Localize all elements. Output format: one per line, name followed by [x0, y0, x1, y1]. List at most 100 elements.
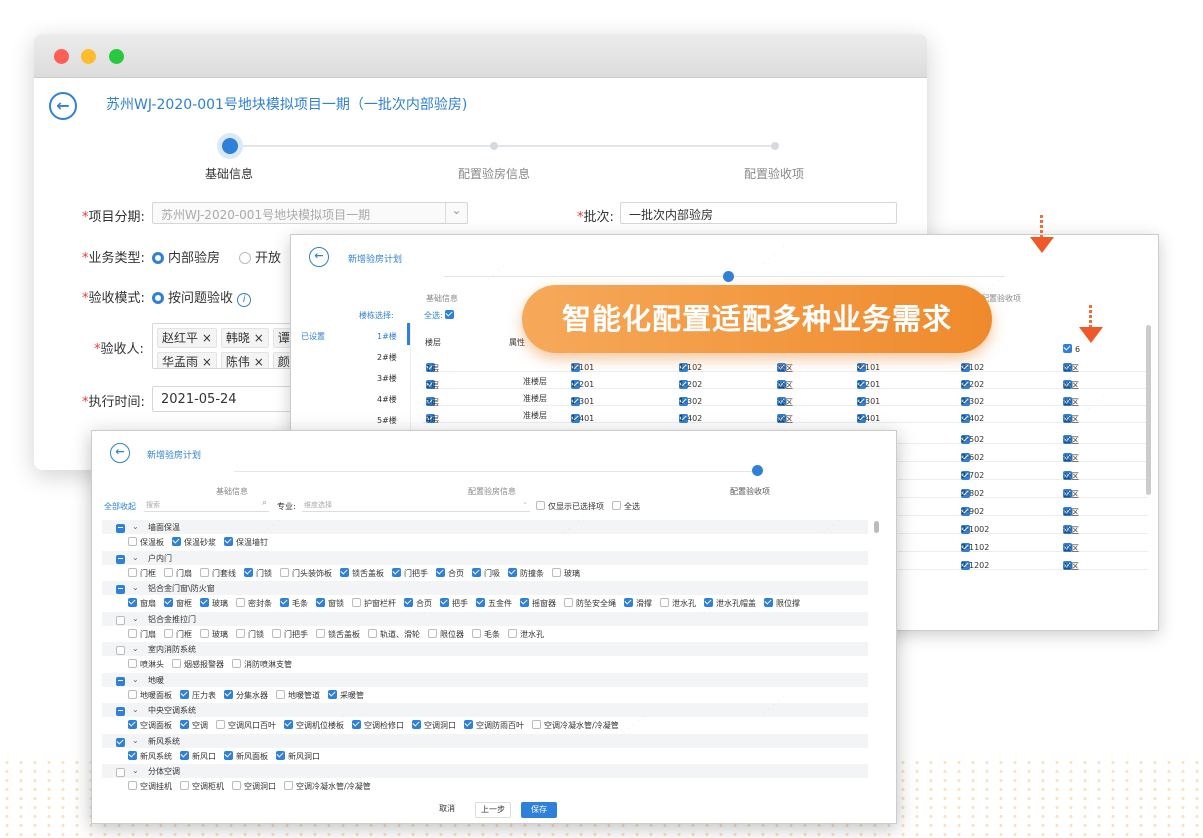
category-header[interactable]: ⌄ 分体空调: [102, 764, 868, 778]
mode-radio-issue[interactable]: 按问题验收 i: [152, 287, 252, 307]
item-checkbox[interactable]: 门吸: [472, 567, 500, 579]
item-checkbox[interactable]: 空调洞口: [412, 720, 456, 731]
category-checkbox[interactable]: [116, 768, 125, 777]
item-checkbox[interactable]: 摇窗器: [520, 598, 556, 609]
collapse-all-link[interactable]: 全部收起: [104, 501, 136, 512]
item-checkbox[interactable]: 保温板: [128, 537, 164, 548]
item-checkbox[interactable]: 空调风口百叶: [216, 720, 276, 731]
item-checkbox[interactable]: 保温砂浆: [172, 537, 216, 548]
item-checkbox[interactable]: 压力表: [180, 689, 216, 701]
item-checkbox[interactable]: 新风洞口: [276, 750, 320, 762]
item-checkbox[interactable]: 泄水孔: [508, 628, 544, 640]
category-header[interactable]: ⌄ 中央空调系统: [102, 703, 868, 717]
select-all-toggle[interactable]: 全选: [612, 501, 640, 512]
item-checkbox[interactable]: 空调冷凝水管/冷凝管: [284, 781, 371, 792]
category-checkbox[interactable]: [116, 646, 125, 655]
category-checkbox[interactable]: [116, 524, 125, 533]
item-checkbox[interactable]: 护窗栏杆: [352, 598, 396, 609]
chevron-down-icon[interactable]: ⌄: [132, 522, 139, 531]
category-header[interactable]: ⌄ 户内门: [102, 550, 868, 565]
item-checkbox[interactable]: 毛条: [280, 598, 308, 609]
scrollbar[interactable]: [1146, 325, 1151, 495]
item-checkbox[interactable]: 限位器: [428, 628, 464, 640]
category-header[interactable]: ⌄ 铝合金门窗\防火窗: [102, 581, 868, 595]
item-checkbox[interactable]: 空调机位楼板: [284, 720, 344, 731]
building-item[interactable]: 3#楼: [377, 373, 397, 384]
item-checkbox[interactable]: 玻璃: [200, 628, 228, 640]
only-selected-toggle[interactable]: 仅显示已选择项: [536, 501, 604, 512]
building-item[interactable]: 2#楼: [377, 352, 397, 363]
category-checkbox[interactable]: [116, 585, 125, 594]
item-checkbox[interactable]: 喷淋头: [128, 659, 164, 670]
item-checkbox[interactable]: 门扇: [164, 567, 192, 579]
category-header[interactable]: ⌄ 新风系统: [102, 733, 868, 748]
category-checkbox[interactable]: [116, 737, 125, 747]
minimize-window-button[interactable]: [81, 49, 96, 64]
item-checkbox[interactable]: 分集水器: [224, 689, 268, 701]
back-arrow-icon[interactable]: ←: [309, 247, 329, 267]
item-checkbox[interactable]: 锁舌盖板: [340, 567, 384, 579]
item-checkbox[interactable]: 玻璃: [552, 567, 580, 579]
batch-input[interactable]: 一批次内部验房: [620, 202, 897, 224]
select-all-toggle[interactable]: 全选:: [424, 310, 457, 321]
item-checkbox[interactable]: 门框: [164, 628, 192, 640]
item-checkbox[interactable]: 合页: [436, 567, 464, 579]
item-checkbox[interactable]: 窗锁: [316, 598, 344, 609]
item-checkbox[interactable]: 门锁: [244, 567, 272, 579]
back-arrow-icon[interactable]: ←: [110, 443, 130, 463]
item-checkbox[interactable]: 五金件: [476, 598, 512, 609]
item-checkbox[interactable]: 新风面板: [224, 750, 268, 762]
item-checkbox[interactable]: 空调检修口: [352, 720, 404, 731]
item-checkbox[interactable]: 门锁: [236, 628, 264, 640]
category-checkbox[interactable]: [116, 676, 125, 686]
item-checkbox[interactable]: 门套线: [200, 567, 236, 579]
type-radio-open[interactable]: 开放: [239, 247, 281, 266]
item-checkbox[interactable]: 新风口: [180, 750, 216, 762]
item-checkbox[interactable]: 锁舌盖板: [316, 628, 360, 640]
item-checkbox[interactable]: 门把手: [272, 628, 308, 640]
item-checkbox[interactable]: 密封条: [236, 598, 272, 609]
prev-step-button[interactable]: 上一步: [475, 802, 511, 818]
project-select[interactable]: 苏州WJ-2020-001号地块模拟项目一期 ⌄: [152, 202, 468, 224]
item-checkbox[interactable]: 防撞条: [508, 567, 544, 579]
chevron-down-icon[interactable]: ⌄: [132, 736, 139, 745]
inspector-tags[interactable]: 赵红平 × 韩晓 × 谭 华孟雨 × 陈伟 × 颜: [152, 323, 292, 369]
item-checkbox[interactable]: 泄水孔帽盖: [704, 598, 756, 609]
item-checkbox[interactable]: 防坠安全绳: [564, 598, 616, 609]
major-select[interactable]: 维度选择 ⌄: [302, 498, 530, 512]
chevron-down-icon[interactable]: ⌄: [132, 766, 139, 775]
chevron-down-icon[interactable]: ⌄: [132, 553, 139, 562]
category-header[interactable]: ⌄ 地暖: [102, 672, 868, 687]
category-checkbox[interactable]: [116, 707, 125, 716]
item-checkbox[interactable]: 烟感报警器: [172, 659, 224, 670]
item-checkbox[interactable]: 门扇: [128, 628, 156, 640]
chevron-down-icon[interactable]: ⌄: [132, 705, 139, 714]
item-checkbox[interactable]: 毛条: [472, 628, 500, 640]
item-checkbox[interactable]: 采暖管: [328, 689, 364, 701]
item-checkbox[interactable]: 地暖管道: [276, 689, 320, 701]
item-checkbox[interactable]: 合页: [404, 598, 432, 609]
item-checkbox[interactable]: 把手: [440, 598, 468, 609]
item-checkbox[interactable]: 空调面板: [128, 720, 172, 731]
item-checkbox[interactable]: 空调洞口: [232, 781, 276, 792]
search-input[interactable]: 搜索 ⌕: [144, 498, 269, 512]
item-checkbox[interactable]: 消防喷淋支管: [232, 659, 292, 670]
back-arrow-icon[interactable]: ←: [49, 92, 77, 120]
item-checkbox[interactable]: 保温墙钉: [224, 537, 268, 548]
item-checkbox[interactable]: 限位撑: [764, 598, 800, 609]
cell[interactable]: 6: [1063, 344, 1080, 354]
category-header[interactable]: ⌄ 铝合金推拉门: [102, 611, 868, 626]
category-header[interactable]: ⌄ 室内消防系统: [102, 642, 868, 656]
building-item[interactable]: 5#楼: [377, 415, 397, 426]
item-checkbox[interactable]: 空调: [180, 720, 208, 731]
item-checkbox[interactable]: 玻璃: [200, 598, 228, 609]
item-checkbox[interactable]: 新风系统: [128, 750, 172, 762]
item-checkbox[interactable]: 窗扇: [128, 598, 156, 609]
item-checkbox[interactable]: 门把手: [392, 567, 428, 579]
close-window-button[interactable]: [54, 49, 69, 64]
chevron-down-icon[interactable]: ⌄: [132, 644, 139, 653]
cancel-button[interactable]: 取消: [432, 802, 462, 818]
type-radio-internal[interactable]: 内部验房: [152, 247, 220, 266]
item-checkbox[interactable]: 地暖面板: [128, 689, 172, 701]
category-checkbox[interactable]: [116, 554, 125, 564]
